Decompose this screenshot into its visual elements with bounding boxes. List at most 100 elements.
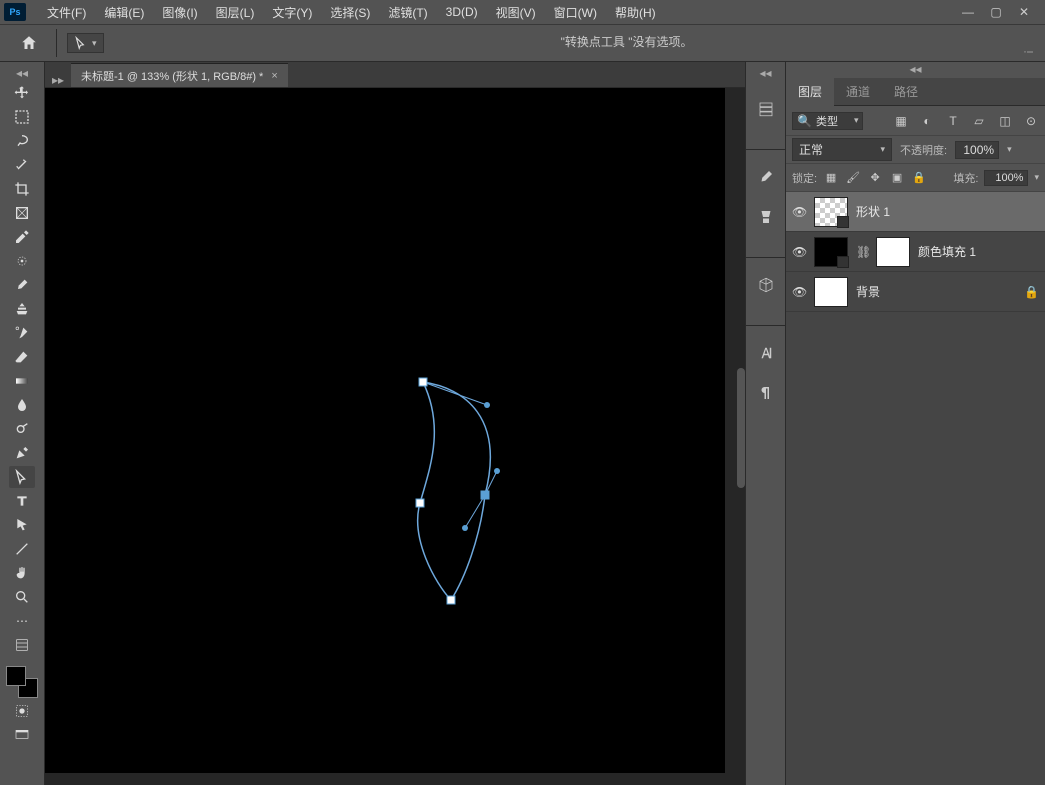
layer-filter-row: 🔍 ▾ ▦ ◐ T ▱ ◫ ⊙ bbox=[786, 106, 1045, 136]
more-tools[interactable]: ⋯ bbox=[9, 610, 35, 632]
vertical-scrollbar[interactable] bbox=[737, 368, 745, 488]
maximize-button[interactable]: ▢ bbox=[989, 5, 1003, 19]
marquee-tool[interactable] bbox=[9, 106, 35, 128]
tab-layers[interactable]: 图层 bbox=[786, 78, 834, 106]
convert-point-tool[interactable] bbox=[9, 466, 35, 488]
tab-paths[interactable]: 路径 bbox=[882, 78, 930, 106]
move-tool[interactable] bbox=[9, 82, 35, 104]
layer-kind-input[interactable] bbox=[816, 115, 850, 127]
menu-layer[interactable]: 图层(L) bbox=[207, 4, 264, 21]
menu-help[interactable]: 帮助(H) bbox=[606, 4, 665, 21]
menu-select[interactable]: 选择(S) bbox=[321, 4, 379, 21]
menu-filter[interactable]: 滤镜(T) bbox=[379, 4, 436, 21]
chevron-down-icon[interactable]: ▾ bbox=[1007, 144, 1012, 155]
fill-value[interactable]: 100% bbox=[984, 170, 1028, 186]
mask-thumbnail[interactable] bbox=[876, 237, 910, 267]
filter-toggle-icon[interactable]: ⊙ bbox=[1023, 113, 1039, 129]
close-button[interactable]: ✕ bbox=[1017, 5, 1031, 19]
tools-collapse[interactable]: ◂◂ bbox=[13, 66, 31, 80]
filter-pixel-icon[interactable]: ▦ bbox=[893, 113, 909, 129]
visibility-toggle[interactable]: 👁 bbox=[792, 285, 806, 299]
edit-toolbar[interactable] bbox=[9, 634, 35, 656]
eyedropper-tool[interactable] bbox=[9, 226, 35, 248]
tab-channels[interactable]: 通道 bbox=[834, 78, 882, 106]
chevron-down-icon: ▾ bbox=[880, 144, 885, 155]
visibility-toggle[interactable]: 👁 bbox=[792, 245, 806, 259]
hand-tool[interactable] bbox=[9, 562, 35, 584]
zoom-tool[interactable] bbox=[9, 586, 35, 608]
lock-image-icon[interactable]: 🖌 bbox=[845, 170, 861, 186]
screenmode-toggle[interactable] bbox=[9, 724, 35, 746]
layer-thumbnail[interactable] bbox=[814, 277, 848, 307]
close-tab-icon[interactable]: × bbox=[271, 70, 277, 82]
history-panel-icon[interactable] bbox=[753, 96, 779, 122]
shape-path[interactable] bbox=[45, 88, 725, 773]
eraser-tool[interactable] bbox=[9, 346, 35, 368]
filter-smart-icon[interactable]: ◫ bbox=[997, 113, 1013, 129]
history-brush-tool[interactable] bbox=[9, 322, 35, 344]
filter-shape-icon[interactable]: ▱ bbox=[971, 113, 987, 129]
blend-mode-select[interactable]: 正常 ▾ bbox=[792, 138, 892, 161]
layer-row[interactable]: 👁 背景 🔒 bbox=[786, 272, 1045, 312]
lock-transparent-icon[interactable]: ▦ bbox=[823, 170, 839, 186]
filter-type-icon[interactable]: T bbox=[945, 113, 961, 129]
lock-all-icon[interactable]: 🔒 bbox=[911, 170, 927, 186]
color-swatches[interactable] bbox=[6, 666, 38, 698]
clone-stamp-tool[interactable] bbox=[9, 298, 35, 320]
layer-name[interactable]: 颜色填充 1 bbox=[918, 243, 976, 260]
magic-wand-tool[interactable] bbox=[9, 154, 35, 176]
document-tab[interactable]: 未标题-1 @ 133% (形状 1, RGB/8#) * × bbox=[71, 63, 288, 87]
foreground-color[interactable] bbox=[6, 666, 26, 686]
lock-artboard-icon[interactable]: ▣ bbox=[889, 170, 905, 186]
pen-tool[interactable] bbox=[9, 442, 35, 464]
menu-image[interactable]: 图像(I) bbox=[153, 4, 206, 21]
canvas-viewport[interactable] bbox=[45, 88, 745, 785]
menu-view[interactable]: 视图(V) bbox=[487, 4, 545, 21]
app-icon: Ps bbox=[4, 3, 26, 21]
filter-adjust-icon[interactable]: ◐ bbox=[919, 113, 935, 129]
brush-presets-panel-icon[interactable] bbox=[753, 204, 779, 230]
layer-row[interactable]: 👁 形状 1 bbox=[786, 192, 1045, 232]
crop-tool[interactable] bbox=[9, 178, 35, 200]
layer-thumbnail[interactable] bbox=[814, 237, 848, 267]
dock-collapse[interactable]: ◂◂ bbox=[757, 66, 775, 80]
brush-panel-icon[interactable] bbox=[753, 164, 779, 190]
menu-window[interactable]: 窗口(W) bbox=[545, 4, 606, 21]
dodge-tool[interactable] bbox=[9, 418, 35, 440]
minimize-button[interactable]: — bbox=[961, 5, 975, 19]
frame-tool[interactable] bbox=[9, 202, 35, 224]
spot-heal-tool[interactable] bbox=[9, 250, 35, 272]
home-button[interactable] bbox=[12, 29, 46, 57]
visibility-toggle[interactable]: 👁 bbox=[792, 205, 806, 219]
brush-tool[interactable] bbox=[9, 274, 35, 296]
chevron-down-icon[interactable]: ▾ bbox=[1034, 172, 1039, 183]
lasso-tool[interactable] bbox=[9, 130, 35, 152]
panel-collapse[interactable]: ◂◂ bbox=[786, 62, 1045, 78]
opacity-value[interactable]: 100% bbox=[955, 141, 999, 159]
layer-kind-filter[interactable]: 🔍 ▾ bbox=[792, 112, 863, 130]
menu-type[interactable]: 文字(Y) bbox=[263, 4, 321, 21]
mask-link-icon[interactable]: ⛓ bbox=[856, 245, 868, 259]
tool-preset-picker[interactable]: ▾ bbox=[67, 33, 104, 53]
canvas[interactable] bbox=[45, 88, 725, 773]
layer-name[interactable]: 背景 bbox=[856, 283, 880, 300]
line-tool[interactable] bbox=[9, 538, 35, 560]
menu-edit[interactable]: 编辑(E) bbox=[95, 4, 153, 21]
character-panel-icon[interactable] bbox=[753, 340, 779, 366]
lock-position-icon[interactable]: ✥ bbox=[867, 170, 883, 186]
layer-row[interactable]: 👁 ⛓ 颜色填充 1 bbox=[786, 232, 1045, 272]
options-more[interactable]: ·⎯ bbox=[1023, 44, 1033, 59]
blend-mode-value: 正常 bbox=[799, 141, 823, 158]
type-tool[interactable] bbox=[9, 490, 35, 512]
layer-name[interactable]: 形状 1 bbox=[856, 203, 890, 220]
gradient-tool[interactable] bbox=[9, 370, 35, 392]
menu-3d[interactable]: 3D(D) bbox=[437, 5, 487, 19]
layer-thumbnail[interactable] bbox=[814, 197, 848, 227]
menu-file[interactable]: 文件(F) bbox=[38, 4, 95, 21]
path-select-tool[interactable] bbox=[9, 514, 35, 536]
blur-tool[interactable] bbox=[9, 394, 35, 416]
paragraph-panel-icon[interactable] bbox=[753, 380, 779, 406]
quickmask-toggle[interactable] bbox=[9, 700, 35, 722]
3d-panel-icon[interactable] bbox=[753, 272, 779, 298]
tabbar-collapse[interactable]: ▸▸ bbox=[49, 73, 67, 87]
